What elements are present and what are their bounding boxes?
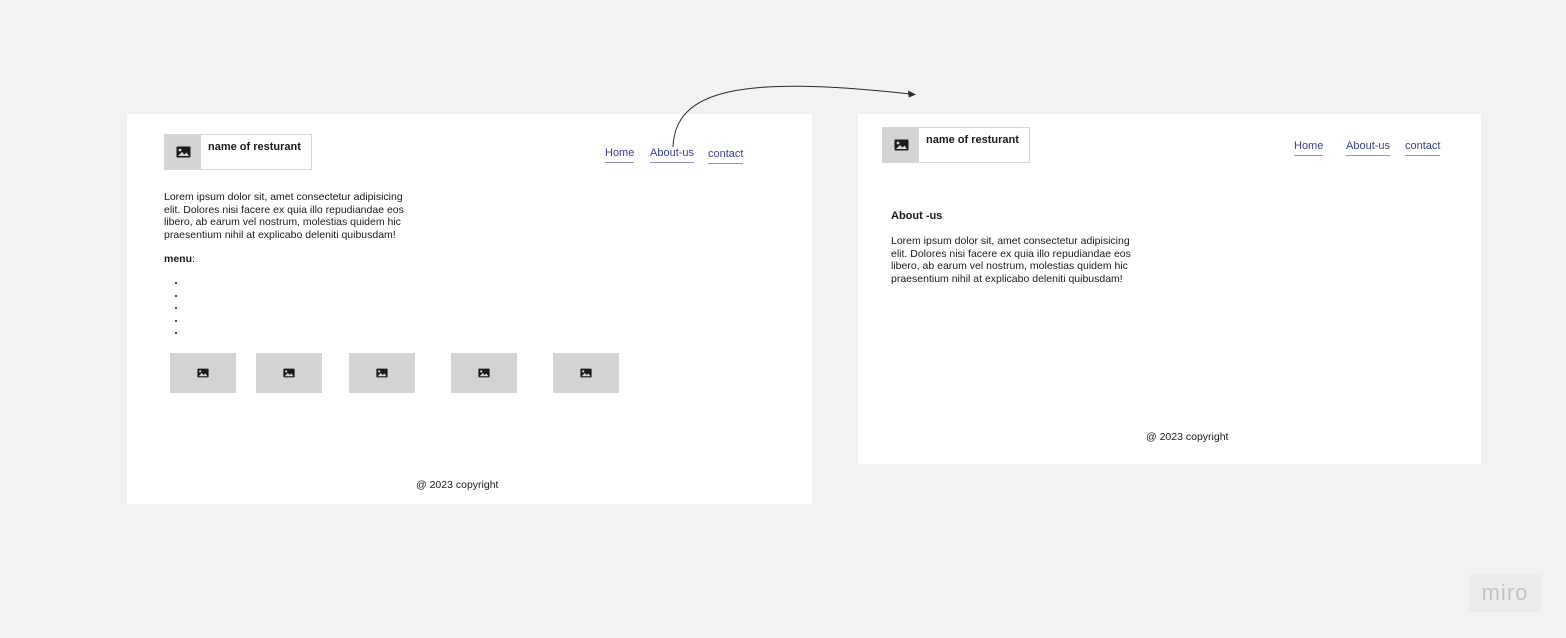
logo-image-placeholder [165, 135, 201, 169]
image-icon [478, 368, 490, 378]
restaurant-name: name of resturant [926, 134, 1019, 146]
nav-about-us-link[interactable]: About-us [1346, 140, 1391, 156]
gallery-image[interactable] [256, 353, 322, 393]
about-heading: About -us [891, 210, 943, 222]
footer-copyright: @ 2023 copyright [416, 479, 499, 491]
home-page-frame: name of resturant Home About-us contact … [127, 114, 812, 504]
about-page-frame: name of resturant Home About-us contact … [858, 114, 1481, 464]
gallery-image[interactable] [170, 353, 236, 393]
nav-contact-link[interactable]: contact [1405, 140, 1441, 156]
menu-label-text: menu [164, 253, 193, 265]
restaurant-name: name of resturant [208, 141, 301, 153]
logo-box[interactable]: name of resturant [164, 134, 312, 170]
menu-list-item [175, 319, 177, 322]
arrowhead-icon [908, 90, 916, 98]
image-icon [580, 368, 592, 378]
menu-label: menu: [164, 253, 195, 265]
menu-list-item [175, 332, 177, 334]
gallery-image[interactable] [451, 353, 517, 393]
menu-list-item [175, 307, 177, 309]
menu-list [175, 282, 177, 345]
menu-list-item [175, 294, 177, 297]
flow-connector-arrow [672, 85, 916, 148]
intro-paragraph: Lorem ipsum dolor sit, amet consectetur … [164, 191, 404, 241]
miro-watermark: miro [1469, 574, 1541, 612]
image-icon [283, 368, 295, 378]
connector-curve [672, 85, 911, 148]
gallery-image[interactable] [349, 353, 415, 393]
image-icon [376, 368, 388, 378]
image-icon [197, 368, 209, 378]
nav-home-link[interactable]: Home [605, 147, 635, 163]
gallery-image[interactable] [553, 353, 619, 393]
menu-list-item [175, 282, 177, 284]
about-paragraph: Lorem ipsum dolor sit, amet consectetur … [891, 235, 1131, 285]
footer-copyright: @ 2023 copyright [1146, 431, 1229, 443]
nav-home-link[interactable]: Home [1294, 140, 1324, 156]
menu-label-colon: : [192, 253, 195, 265]
image-icon [176, 146, 190, 158]
